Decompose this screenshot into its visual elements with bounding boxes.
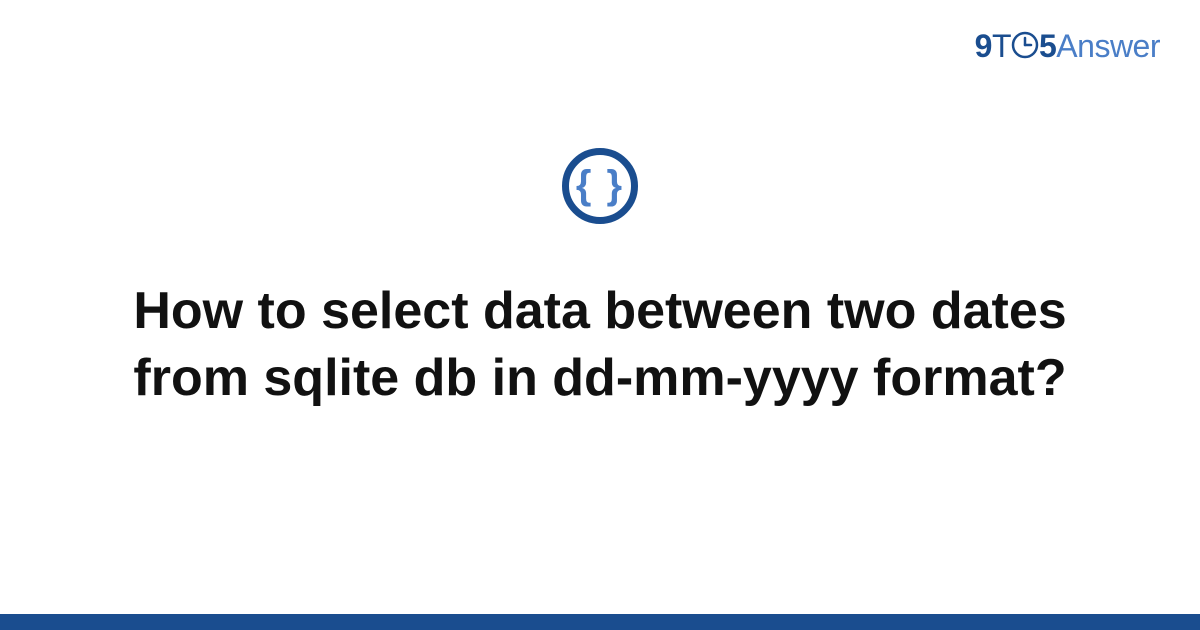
clock-icon: [1011, 31, 1039, 59]
brand-nine: 9: [975, 28, 992, 64]
braces-glyph: { }: [576, 165, 624, 205]
question-title: How to select data between two dates fro…: [100, 278, 1100, 411]
brand-logo: 9T5Answer: [975, 28, 1160, 65]
brand-t: T: [992, 28, 1011, 64]
code-braces-icon: { }: [562, 148, 638, 224]
brand-five: 5: [1039, 28, 1056, 64]
brand-answer: Answer: [1056, 28, 1160, 64]
bottom-accent-bar: [0, 614, 1200, 630]
